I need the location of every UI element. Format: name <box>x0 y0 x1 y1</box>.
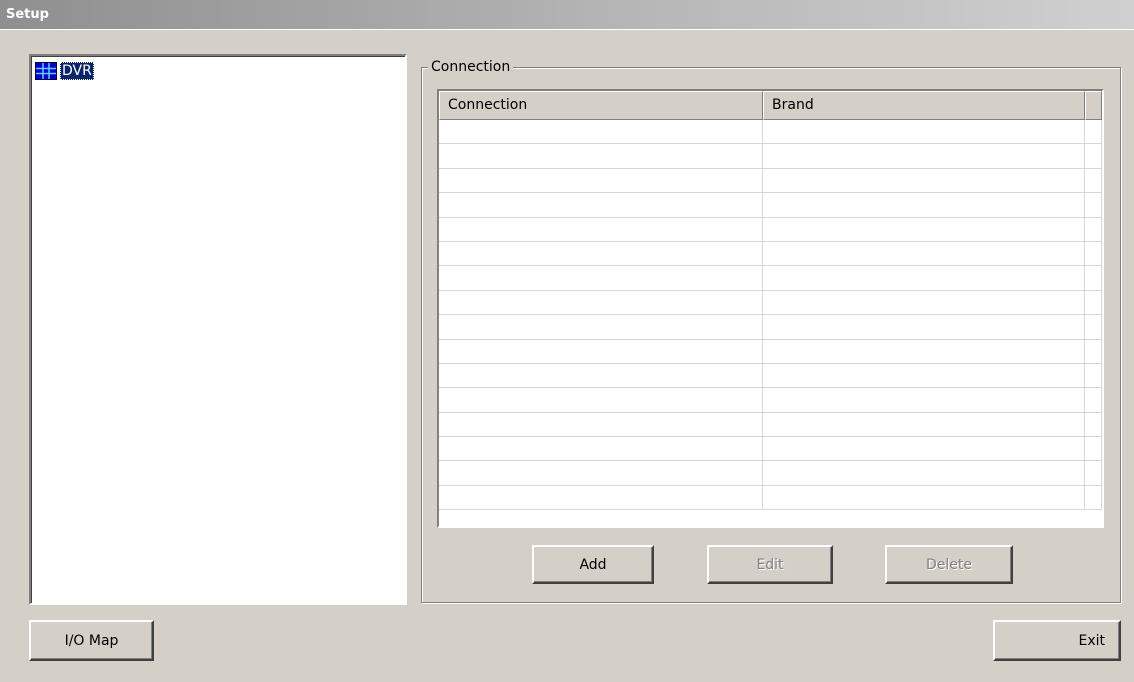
table-cell <box>439 485 763 511</box>
table-row <box>439 461 1102 486</box>
table-row <box>439 412 1102 438</box>
exit-button[interactable]: Exit <box>993 620 1121 661</box>
table-cell <box>439 241 763 267</box>
table-row <box>439 144 1102 169</box>
table-row <box>439 315 1102 340</box>
delete-button[interactable]: Delete <box>885 545 1013 584</box>
device-tree[interactable]: DVR <box>29 54 407 605</box>
table-cell <box>763 144 1085 169</box>
table-cell <box>439 363 763 389</box>
table-cell <box>763 461 1085 486</box>
table-body <box>439 120 1102 511</box>
table-row <box>439 485 1102 511</box>
table-cell <box>439 266 763 291</box>
table-cell <box>439 315 763 340</box>
connection-group-legend: Connection <box>428 57 514 77</box>
table-cell <box>1085 461 1102 486</box>
table-cell <box>1085 412 1102 438</box>
table-cell <box>439 290 763 316</box>
table-cell <box>763 193 1085 218</box>
table-cell <box>763 290 1085 316</box>
tree-item-dvr[interactable]: DVR <box>35 62 94 80</box>
table-cell <box>763 339 1085 364</box>
table-row <box>439 217 1102 242</box>
table-cell <box>1085 144 1102 169</box>
table-row <box>439 363 1102 389</box>
table-cell <box>1085 339 1102 364</box>
table-cell <box>439 412 763 438</box>
table-row <box>439 388 1102 413</box>
table-row <box>439 339 1102 364</box>
table-cell <box>439 193 763 218</box>
table-cell <box>763 120 1085 145</box>
table-cell <box>763 388 1085 413</box>
table-cell <box>763 315 1085 340</box>
table-cell <box>1085 290 1102 316</box>
table-cell <box>1085 388 1102 413</box>
table-cell <box>439 339 763 364</box>
dvr-grid-icon <box>35 62 57 80</box>
connection-table[interactable]: Connection Brand <box>437 89 1104 528</box>
table-cell <box>439 120 763 145</box>
column-header-connection[interactable]: Connection <box>439 91 763 120</box>
table-cell <box>439 437 763 462</box>
table-cell <box>763 168 1085 194</box>
table-cell <box>439 217 763 242</box>
table-cell <box>439 168 763 194</box>
table-cell <box>439 388 763 413</box>
table-cell <box>763 485 1085 511</box>
table-row <box>439 290 1102 316</box>
tree-item-label[interactable]: DVR <box>60 62 94 80</box>
table-cell <box>763 241 1085 267</box>
table-cell <box>1085 266 1102 291</box>
table-cell <box>1085 120 1102 145</box>
column-header-filler <box>1085 91 1102 120</box>
table-cell <box>763 437 1085 462</box>
column-header-brand[interactable]: Brand <box>763 91 1085 120</box>
table-row <box>439 241 1102 267</box>
table-row <box>439 168 1102 194</box>
table-header: Connection Brand <box>439 91 1102 120</box>
table-cell <box>1085 241 1102 267</box>
table-row <box>439 120 1102 145</box>
table-cell <box>1085 485 1102 511</box>
table-cell <box>1085 363 1102 389</box>
table-cell <box>1085 437 1102 462</box>
io-map-button[interactable]: I/O Map <box>29 620 154 661</box>
table-cell <box>763 266 1085 291</box>
table-row <box>439 193 1102 218</box>
table-cell <box>439 144 763 169</box>
window-title: Setup <box>0 0 1134 30</box>
table-cell <box>1085 315 1102 340</box>
add-button[interactable]: Add <box>532 545 654 584</box>
edit-button[interactable]: Edit <box>707 545 833 584</box>
table-cell <box>763 363 1085 389</box>
table-row <box>439 266 1102 291</box>
table-cell <box>763 217 1085 242</box>
table-cell <box>1085 217 1102 242</box>
table-cell <box>763 412 1085 438</box>
table-row <box>439 437 1102 462</box>
table-cell <box>439 461 763 486</box>
table-cell <box>1085 168 1102 194</box>
table-cell <box>1085 193 1102 218</box>
